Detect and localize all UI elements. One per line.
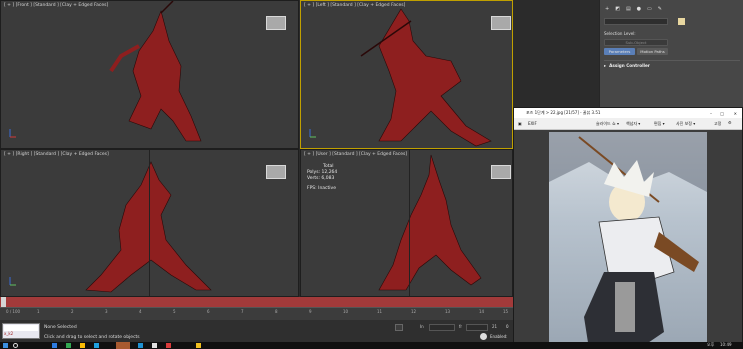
character-model[interactable] — [301, 150, 513, 297]
tick-label: 5 — [173, 309, 176, 314]
taskbar-app-icon[interactable] — [94, 343, 99, 348]
clock-period[interactable]: 오후 — [707, 342, 714, 348]
reference-illustration — [549, 132, 707, 349]
taskbar-app-icon[interactable] — [138, 343, 143, 348]
character-model[interactable] — [1, 150, 299, 297]
field-f-label: fr — [459, 324, 463, 329]
tick-label: 4 — [139, 309, 142, 314]
adaptive-degradation-icon[interactable] — [480, 333, 487, 340]
tick-label: 13 — [445, 309, 451, 314]
utilities-icon[interactable]: ✎ — [658, 6, 662, 14]
command-panel-tabs: + ◩ ▤ ● ▭ ✎ — [605, 6, 675, 14]
taskbar-app-icon[interactable] — [52, 343, 57, 348]
object-name-field[interactable] — [604, 18, 668, 25]
selection-status: None Selected — [44, 325, 77, 330]
tick-label: 3 — [105, 309, 108, 314]
windows-start-icon[interactable] — [3, 343, 8, 348]
menu-adjust[interactable]: 사진 보정 ▾ — [676, 121, 695, 127]
maximize-button[interactable]: □ — [720, 111, 724, 116]
coord-y-input[interactable] — [466, 324, 488, 331]
viewport-left[interactable]: [ + ] [Left ] [Standard ] [Clay + Edged … — [300, 0, 513, 149]
axis-gizmo — [9, 277, 16, 286]
window-title: 포즈 1단계 > 22.jpg [21/57] - 꿀뷰 3.51 — [526, 110, 601, 115]
display-icon[interactable]: ▭ — [647, 6, 652, 14]
lock-selection-icon[interactable] — [395, 324, 403, 331]
tick-label: 12 — [411, 309, 417, 314]
menu-edit[interactable]: 편집 ▾ — [654, 121, 665, 127]
taskbar-app-icon[interactable] — [152, 343, 157, 348]
coord-x-input[interactable] — [429, 324, 455, 331]
time-slider-thumb[interactable] — [1, 297, 6, 307]
close-button[interactable]: ✕ — [734, 111, 737, 116]
windows-taskbar: 오후 10:49 — [0, 342, 743, 349]
grid-line — [149, 150, 150, 296]
tick-label: 15 — [503, 309, 509, 314]
menu-slideshow[interactable]: 슬라이드 쇼 ▾ — [596, 121, 619, 127]
search-icon[interactable] — [13, 343, 18, 348]
status-bar: x_k2 None Selected Click and drag to sel… — [0, 320, 513, 342]
field-c-value: 0 — [506, 324, 509, 329]
coordinate-field-in: In — [420, 324, 424, 329]
image-viewer-window[interactable]: 포즈 1단계 > 22.jpg [21/57] - 꿀뷰 3.51 – □ ✕ … — [513, 107, 743, 349]
character-model[interactable] — [1, 1, 299, 149]
taskbar-app-icon[interactable] — [166, 343, 171, 348]
field-in-label: In — [420, 324, 424, 329]
menu-pin[interactable]: 고정 — [714, 121, 721, 127]
maxscript-listener[interactable]: x_k2 — [2, 323, 40, 339]
tick-label: 14 — [479, 309, 485, 314]
coordinate-field-f: fr — [459, 324, 462, 329]
enabled-label: Enabled: — [490, 334, 508, 339]
tick-label: 7 — [241, 309, 244, 314]
assign-controller-label: Assign Controller — [609, 62, 650, 68]
minimize-button[interactable]: – — [710, 111, 712, 116]
image-viewer-toolbar: ▣ EXIF 슬라이드 쇼 ▾ 책넘자 ▾ 편집 ▾ 사진 보정 ▾ 고정 ⚙ — [514, 118, 742, 130]
timeline-ruler[interactable]: 0 / 100 1 2 3 4 5 6 7 8 9 10 11 12 13 14… — [0, 307, 513, 320]
exif-button[interactable]: EXIF — [528, 121, 537, 126]
settings-icon[interactable]: ⚙ — [728, 120, 732, 125]
time-slider[interactable] — [0, 297, 513, 307]
tick-label: 6 — [207, 309, 210, 314]
field-b-label: 21 — [492, 324, 498, 329]
sub-object-button[interactable]: Sub-Object — [604, 39, 668, 46]
tick-label: 8 — [275, 309, 278, 314]
prompt-line: Click and drag to select and rotate obje… — [44, 335, 140, 340]
tick-label: 2 — [71, 309, 74, 314]
menu-book[interactable]: 책넘자 ▾ — [626, 121, 640, 127]
taskbar-app-icon[interactable] — [80, 343, 85, 348]
viewport-user[interactable]: [ + ] [User ] [Standard ] [Clay + Edged … — [300, 149, 513, 297]
viewport-front[interactable]: [ + ] [Front ] [Standard ] [Clay + Edged… — [0, 0, 299, 149]
motion-icon[interactable]: ● — [637, 6, 641, 14]
hierarchy-icon[interactable]: ▤ — [626, 6, 631, 14]
tick-label: 1 — [37, 309, 40, 314]
object-color-swatch[interactable] — [678, 18, 685, 25]
image-viewer-titlebar[interactable]: 포즈 1단계 > 22.jpg [21/57] - 꿀뷰 3.51 – □ ✕ — [514, 108, 742, 118]
taskbar-app-icon[interactable] — [116, 342, 130, 349]
assign-controller-rollout[interactable]: ▸ Assign Controller — [604, 60, 740, 69]
grid-line — [409, 150, 410, 296]
axis-gizmo — [9, 129, 16, 138]
tick-label: 10 — [343, 309, 349, 314]
modify-icon[interactable]: ◩ — [615, 6, 620, 14]
maxscript-output: x_k2 — [4, 331, 14, 336]
tick-label: 9 — [309, 309, 312, 314]
camera-icon[interactable]: ▣ — [518, 121, 522, 126]
tick-label: 11 — [377, 309, 383, 314]
viewport-right[interactable]: [ + ] [Right ] [Standard ] [Clay + Edged… — [0, 149, 299, 297]
selection-level-label: Selection Level: — [604, 31, 636, 36]
taskbar-app-icon[interactable] — [66, 343, 71, 348]
parameters-button[interactable]: Parameters — [604, 48, 635, 55]
axis-gizmo — [309, 129, 316, 138]
taskbar-app-icon[interactable] — [196, 343, 201, 348]
rollout-expand-icon[interactable]: ▸ — [604, 63, 606, 68]
coordinate-field-b: 21 — [492, 324, 497, 329]
reference-image — [549, 132, 707, 349]
clock-time[interactable]: 10:49 — [720, 342, 732, 347]
frame-counter: 0 / 100 — [6, 309, 21, 314]
character-model[interactable] — [301, 1, 513, 149]
motion-paths-button[interactable]: Motion Paths — [637, 48, 668, 55]
create-icon[interactable]: + — [605, 6, 609, 14]
